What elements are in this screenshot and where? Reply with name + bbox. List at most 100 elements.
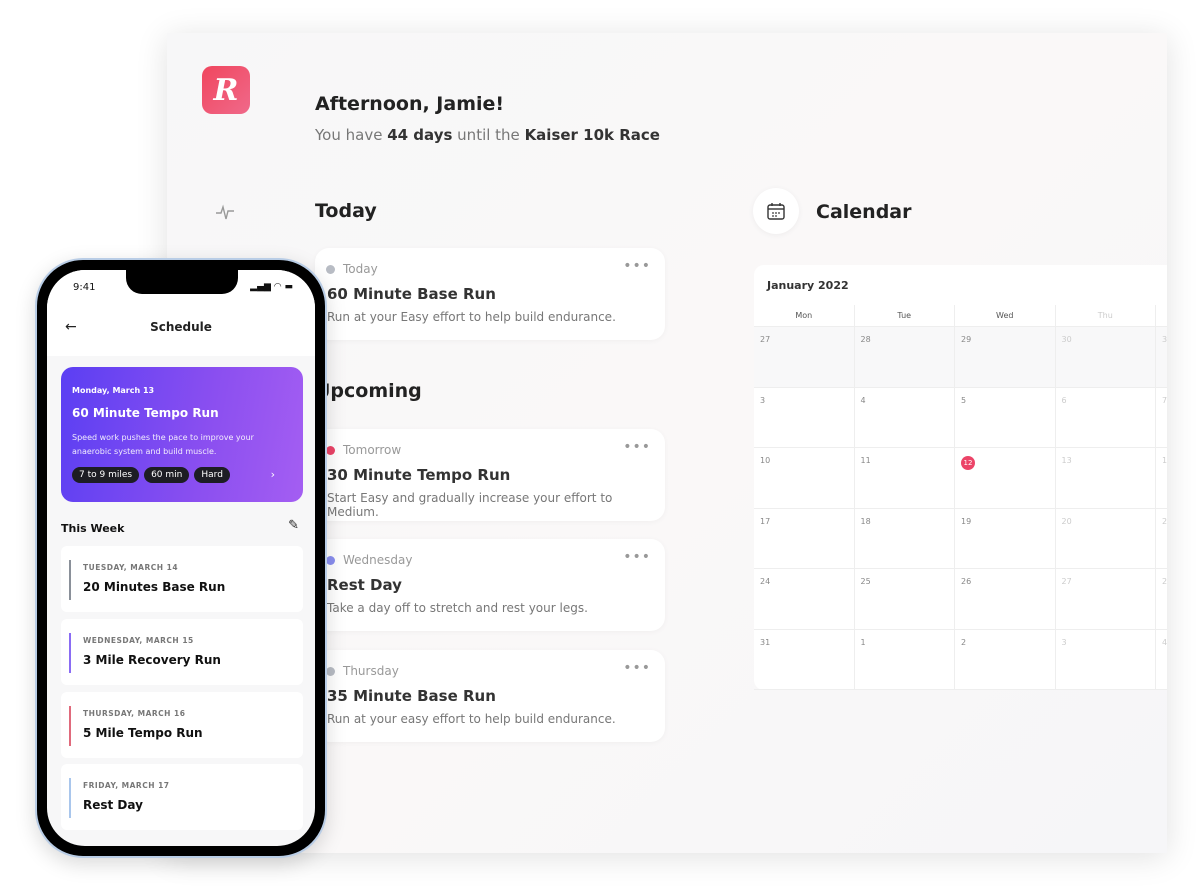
today-heading: Today bbox=[315, 200, 377, 222]
calendar-day[interactable]: 5 bbox=[955, 387, 1056, 448]
calendar-day[interactable]: 13 bbox=[1055, 448, 1156, 509]
weekday-header bbox=[1156, 305, 1167, 327]
card-desc: Take a day off to stretch and rest your … bbox=[327, 601, 588, 615]
status-dot bbox=[326, 667, 335, 676]
app-logo[interactable]: R bbox=[202, 66, 250, 114]
week-item[interactable]: WEDNESDAY, MARCH 15 3 Mile Recovery Run bbox=[61, 619, 303, 685]
calendar-day[interactable]: 2 bbox=[955, 629, 1056, 690]
week-item[interactable]: FRIDAY, MARCH 17 Rest Day bbox=[61, 764, 303, 830]
day-number: 30 bbox=[1061, 335, 1072, 344]
calendar-day[interactable]: 17 bbox=[754, 508, 855, 569]
calendar-day[interactable]: 30 bbox=[1055, 327, 1156, 388]
phone-title: Schedule bbox=[150, 320, 212, 334]
more-icon[interactable]: ••• bbox=[623, 258, 651, 274]
day-number: 1 bbox=[860, 637, 866, 647]
day-number: 3 bbox=[760, 395, 766, 405]
calendar-day[interactable]: 1 bbox=[854, 629, 955, 690]
day-number: 14 bbox=[1162, 456, 1167, 465]
day-number: 6 bbox=[1061, 395, 1067, 405]
more-icon[interactable]: ••• bbox=[623, 549, 651, 565]
day-number: 4 bbox=[1162, 637, 1167, 647]
day-number: 19 bbox=[961, 516, 972, 526]
card-when: Wednesday bbox=[343, 553, 413, 567]
day-number: 27 bbox=[760, 335, 771, 344]
tag-intensity: Hard bbox=[194, 467, 230, 483]
workout-card[interactable]: Wednesday ••• Rest Day Take a day off to… bbox=[315, 539, 665, 631]
more-icon[interactable]: ••• bbox=[623, 439, 651, 455]
calendar-day[interactable]: 29 bbox=[955, 327, 1056, 388]
card-when: Today bbox=[343, 262, 378, 276]
day-number: 31 bbox=[1162, 335, 1167, 344]
status-dot bbox=[326, 446, 335, 455]
this-week-heading: This Week bbox=[61, 522, 125, 535]
calendar-day[interactable]: 3 bbox=[1055, 629, 1156, 690]
activity-icon[interactable] bbox=[215, 203, 235, 221]
day-number: 25 bbox=[860, 577, 871, 586]
week-item-title: 20 Minutes Base Run bbox=[83, 580, 226, 594]
status-dot bbox=[326, 556, 335, 565]
calendar-day[interactable]: 4 bbox=[854, 387, 955, 448]
week-item-date: WEDNESDAY, MARCH 15 bbox=[83, 636, 194, 645]
calendar-day[interactable]: 6 bbox=[1055, 387, 1156, 448]
workout-card[interactable]: Tomorrow ••• 30 Minute Tempo Run Start E… bbox=[315, 429, 665, 521]
calendar-day[interactable]: 18 bbox=[854, 508, 955, 569]
calendar-day[interactable]: 27 bbox=[1055, 569, 1156, 630]
race-countdown: You have 44 days until the Kaiser 10k Ra… bbox=[315, 126, 660, 144]
featured-desc: Speed work pushes the pace to improve yo… bbox=[72, 433, 254, 456]
featured-workout-card[interactable]: Monday, March 13 60 Minute Tempo Run Spe… bbox=[61, 367, 303, 502]
calendar-day[interactable]: 27 bbox=[754, 327, 855, 388]
day-number: 28 bbox=[1162, 577, 1167, 586]
week-item[interactable]: TUESDAY, MARCH 14 20 Minutes Base Run bbox=[61, 546, 303, 612]
day-number: 20 bbox=[1061, 516, 1072, 526]
calendar-day[interactable]: 31 bbox=[1156, 327, 1167, 388]
workout-card[interactable]: Thursday ••• 35 Minute Base Run Run at y… bbox=[315, 650, 665, 742]
calendar-heading: Calendar bbox=[816, 201, 912, 223]
days-remaining: 44 days bbox=[387, 126, 453, 144]
day-number: 2 bbox=[961, 637, 967, 647]
calendar-day[interactable]: 10 bbox=[754, 448, 855, 509]
countdown-prefix: You have bbox=[315, 126, 388, 144]
calendar-day[interactable]: 3 bbox=[754, 387, 855, 448]
card-desc: Start Easy and gradually increase your e… bbox=[327, 491, 613, 519]
calendar-day[interactable]: 20 bbox=[1055, 508, 1156, 569]
card-desc: Run at your Easy effort to help build en… bbox=[327, 310, 616, 324]
status-dot bbox=[326, 265, 335, 274]
calendar-day[interactable]: 28 bbox=[854, 327, 955, 388]
week-item-title: 3 Mile Recovery Run bbox=[83, 653, 221, 667]
chevron-right-icon[interactable]: › bbox=[271, 468, 275, 481]
week-item-date: FRIDAY, MARCH 17 bbox=[83, 781, 170, 790]
calendar-day[interactable]: 24 bbox=[754, 569, 855, 630]
calendar-day[interactable]: 26 bbox=[955, 569, 1056, 630]
edit-pencil-icon[interactable]: ✎ bbox=[288, 518, 299, 533]
workout-card[interactable]: Today ••• 60 Minute Base Run Run at your… bbox=[315, 248, 665, 340]
card-title: 60 Minute Base Run bbox=[327, 285, 496, 303]
day-number: 28 bbox=[860, 335, 871, 344]
day-number: 11 bbox=[860, 456, 871, 465]
calendar-day[interactable]: 14 bbox=[1156, 448, 1167, 509]
tag-duration: 60 min bbox=[144, 467, 190, 483]
calendar-day[interactable]: 11 bbox=[854, 448, 955, 509]
calendar-day[interactable]: 7 bbox=[1156, 388, 1167, 448]
day-number: 7 bbox=[1162, 395, 1167, 405]
race-name: Kaiser 10k Race bbox=[524, 126, 660, 144]
day-number: 18 bbox=[860, 516, 871, 526]
upcoming-heading: Upcoming bbox=[315, 380, 422, 402]
day-number: 31 bbox=[760, 637, 771, 647]
day-number: 29 bbox=[961, 335, 972, 344]
weekday-header: Wed bbox=[955, 305, 1056, 327]
calendar-day[interactable]: 25 bbox=[854, 569, 955, 630]
calendar-day[interactable]: 28 bbox=[1156, 569, 1167, 630]
calendar-day[interactable]: 4 bbox=[1156, 630, 1167, 690]
week-item-title: Rest Day bbox=[83, 798, 143, 812]
calendar-day[interactable]: 31 bbox=[754, 629, 855, 690]
more-icon[interactable]: ••• bbox=[623, 660, 651, 676]
weekday-header: Mon bbox=[754, 305, 855, 327]
calendar-day[interactable]: 19 bbox=[955, 508, 1056, 569]
signal-wifi-battery-icon: ▂▄▆ ◠ ▬ bbox=[250, 282, 293, 292]
calendar-day[interactable]: 12 bbox=[955, 448, 1056, 509]
week-item[interactable]: THURSDAY, MARCH 16 5 Mile Tempo Run bbox=[61, 692, 303, 758]
status-time: 9:41 bbox=[73, 282, 96, 293]
calendar-icon[interactable] bbox=[753, 188, 799, 234]
calendar-day[interactable]: 21 bbox=[1156, 509, 1167, 569]
card-title: 35 Minute Base Run bbox=[327, 687, 496, 705]
